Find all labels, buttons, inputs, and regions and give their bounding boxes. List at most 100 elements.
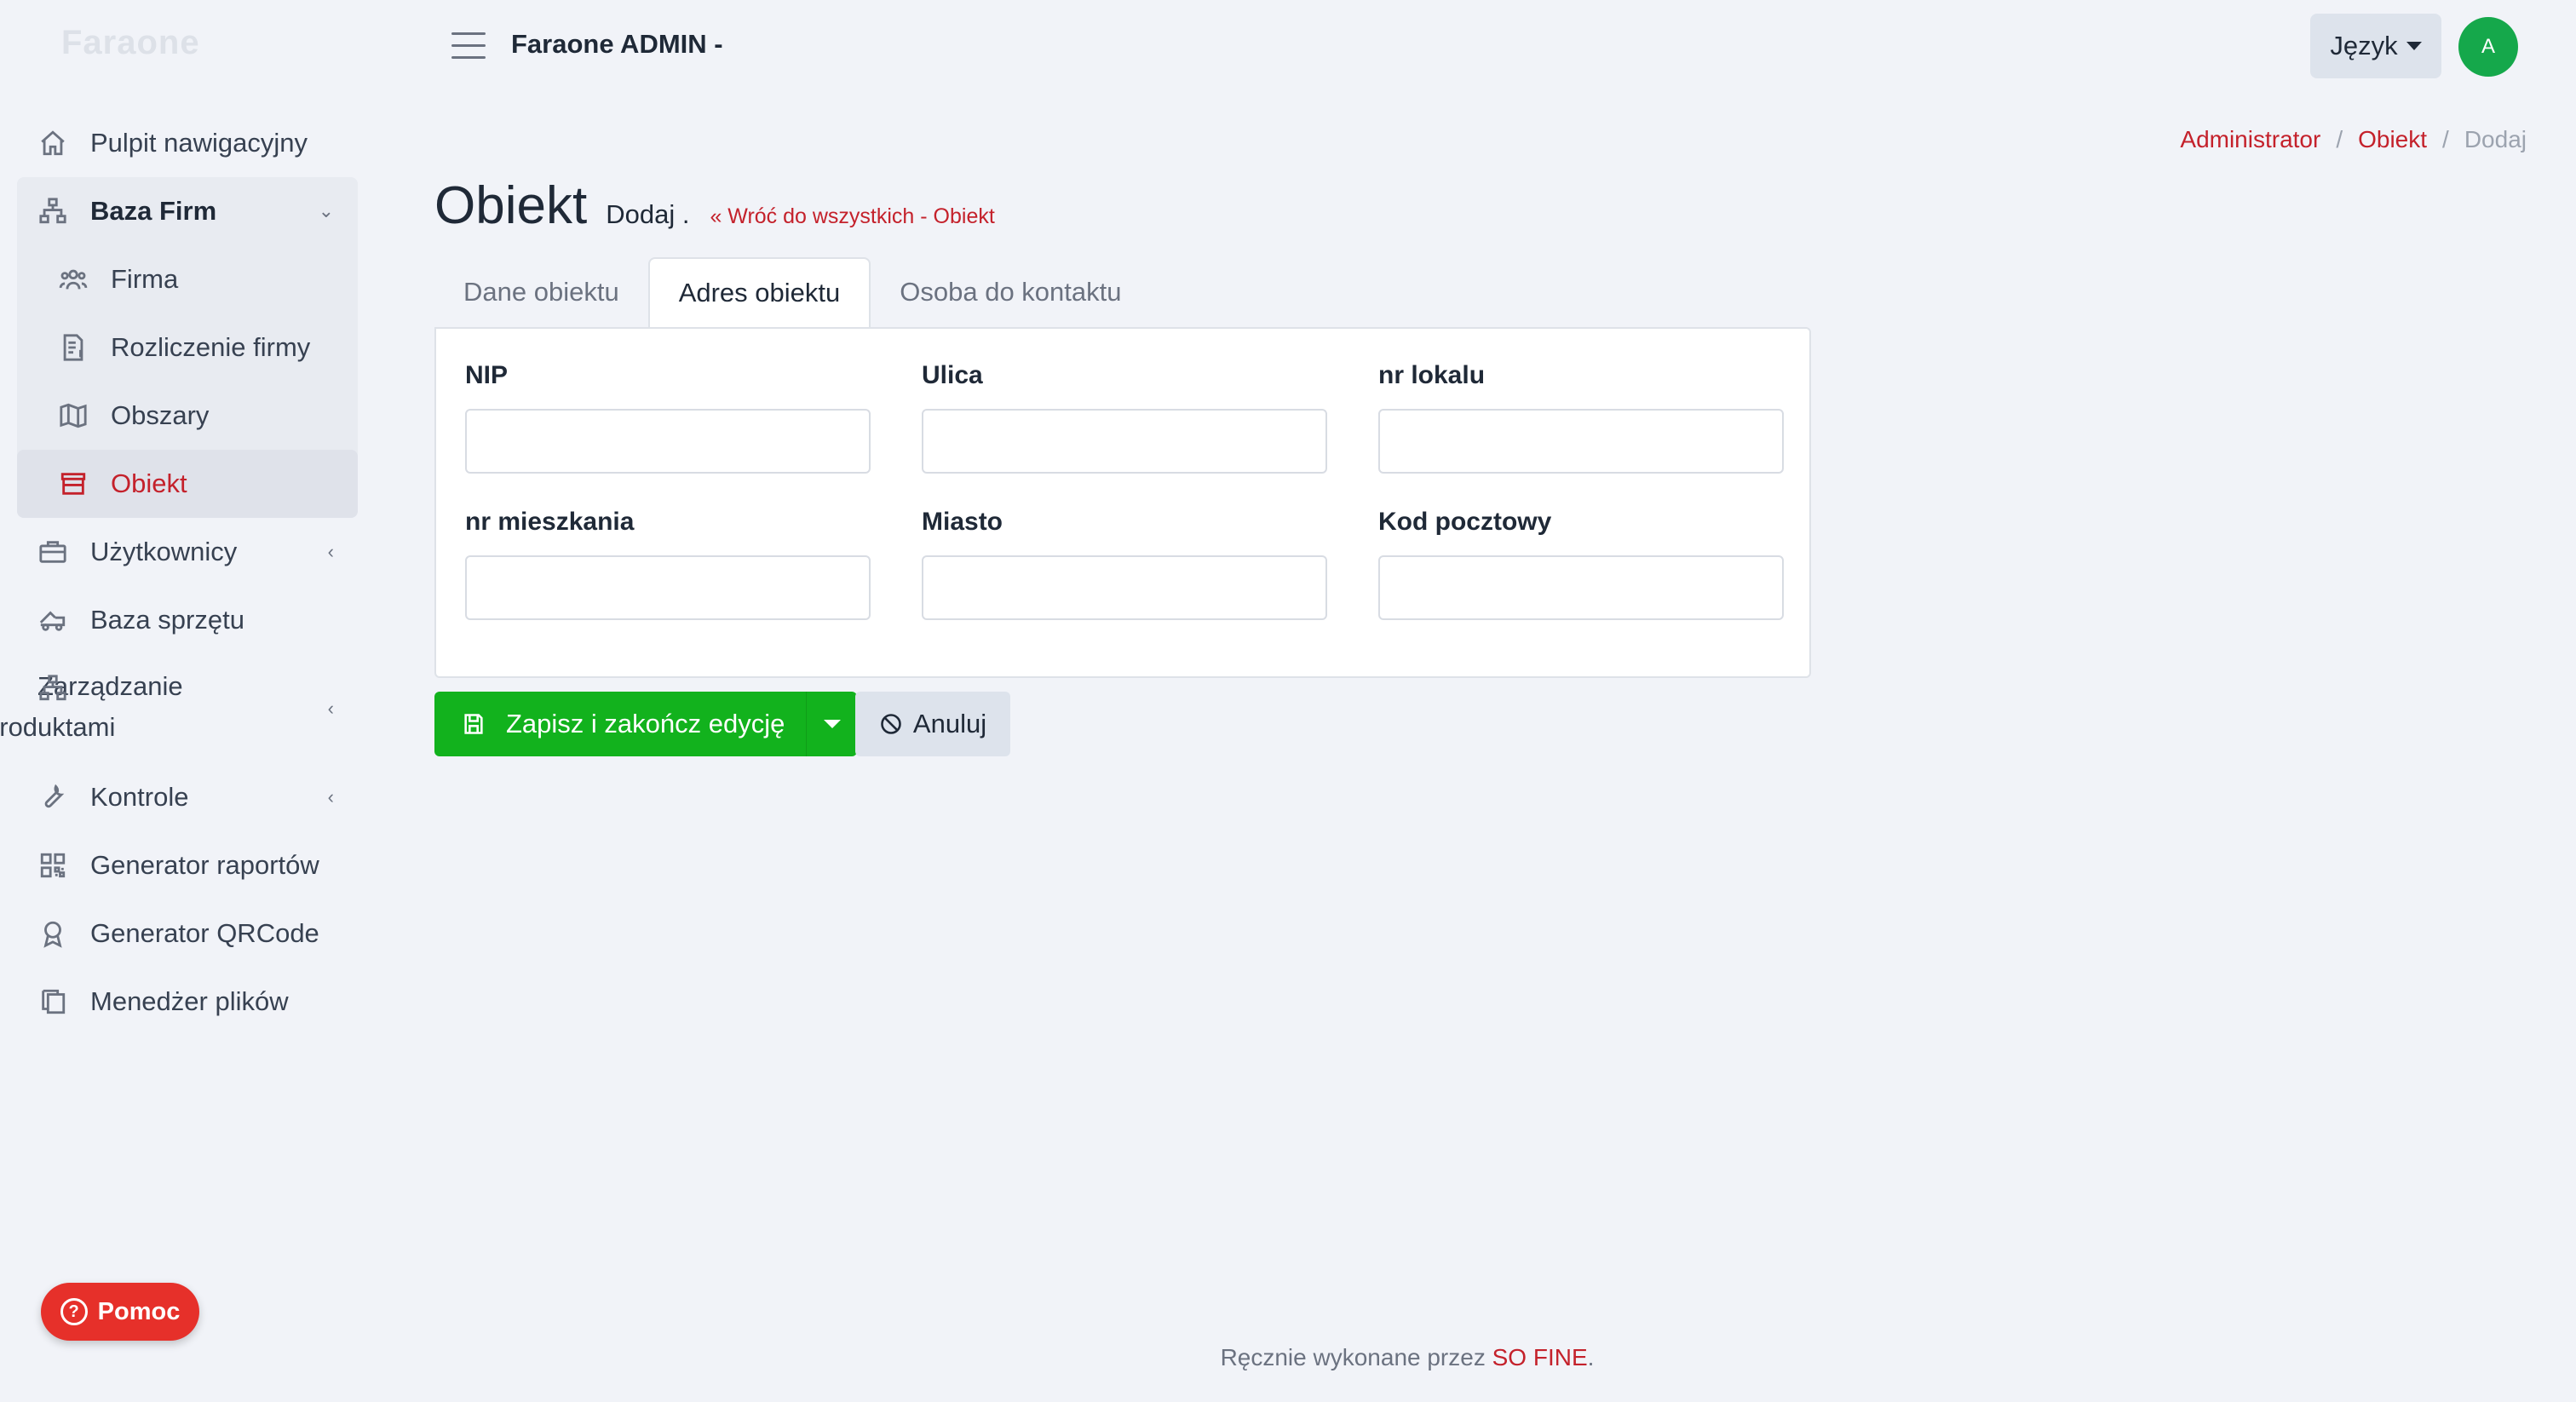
back-link-label: Wróć do wszystkich - Obiekt bbox=[727, 204, 995, 228]
form-group-nr-lokalu: nr lokalu bbox=[1378, 361, 1784, 474]
page-title: Obiekt bbox=[434, 176, 588, 235]
briefcase-icon bbox=[37, 537, 68, 567]
sidebar-item-dashboard[interactable]: Pulpit nawigacyjny bbox=[17, 109, 358, 177]
sidebar-item-generator-qrcode[interactable]: Generator QRCode bbox=[17, 899, 358, 968]
map-icon bbox=[58, 400, 89, 431]
copy-icon bbox=[37, 986, 68, 1017]
tab-bar: Dane obiektu Adres obiektu Osoba do kont… bbox=[434, 257, 1150, 327]
store-icon bbox=[58, 468, 89, 499]
sidebar-item-label: Menedżer plików bbox=[90, 986, 289, 1016]
sidebar-item-label: Obszary bbox=[111, 400, 210, 430]
brand-logo[interactable]: Faraone bbox=[61, 24, 200, 62]
sidebar-group-baza-firm: Baza Firm ⌄ Firma Rozliczenie firmy Obsz… bbox=[17, 177, 358, 518]
save-and-finish-button[interactable]: Zapisz i zakończ edycję bbox=[434, 692, 806, 756]
chevron-left-icon: ‹ bbox=[327, 698, 334, 719]
chevron-left-icon: ‹ bbox=[327, 541, 334, 562]
footer-text: Ręcznie wykonane przez bbox=[1220, 1344, 1486, 1370]
tab-osoba-do-kontaktu[interactable]: Osoba do kontaktu bbox=[871, 257, 1150, 327]
miasto-label: Miasto bbox=[922, 508, 1003, 536]
sidebar-item-generator-raportow[interactable]: Generator raportów bbox=[17, 831, 358, 899]
qrcode-icon bbox=[37, 850, 68, 881]
sidebar-item-rozliczenie-firmy[interactable]: Rozliczenie firmy bbox=[17, 313, 358, 382]
sidebar-item-label: Generator raportów bbox=[90, 850, 319, 880]
tab-dane-obiektu[interactable]: Dane obiektu bbox=[434, 257, 648, 327]
sidebar-item-kontrole[interactable]: Kontrole ‹ bbox=[17, 763, 358, 831]
save-button-label: Zapisz i zakończ edycję bbox=[506, 709, 785, 738]
cancel-button[interactable]: Anuluj bbox=[855, 692, 1010, 756]
breadcrumb-link-administrator[interactable]: Administrator bbox=[2180, 126, 2320, 153]
sidebar-submenu: Firma Rozliczenie firmy Obszary Obiekt bbox=[17, 245, 358, 518]
ban-icon bbox=[881, 714, 901, 734]
sidebar-item-uzytkownicy[interactable]: Użytkownicy ‹ bbox=[17, 518, 358, 586]
sidebar-item-firma[interactable]: Firma bbox=[17, 245, 358, 313]
address-form: NIP Ulica nr lokalu nr mieszkania Miasto… bbox=[434, 327, 1811, 678]
footer-suffix: . bbox=[1587, 1344, 1595, 1370]
sidebar-item-label: Pulpit nawigacyjny bbox=[90, 128, 308, 158]
hamburger-menu-icon[interactable] bbox=[451, 32, 486, 60]
nr-lokalu-label: nr lokalu bbox=[1378, 361, 1486, 389]
footer-brand-link[interactable]: SO FINE bbox=[1492, 1344, 1588, 1370]
sidebar-menu: Pulpit nawigacyjny Baza Firm ⌄ Firma Roz… bbox=[0, 109, 358, 1036]
sidebar-item-zarzadzanie-produktami[interactable]: Zarządzanie produktami ‹ bbox=[0, 654, 358, 763]
users-icon bbox=[58, 264, 89, 295]
sidebar-item-label: Zarządzanie produktami bbox=[0, 671, 183, 742]
question-icon: ? bbox=[60, 1298, 88, 1325]
miasto-input[interactable] bbox=[922, 555, 1327, 620]
sidebar-item-label: Baza Firm bbox=[90, 196, 217, 226]
page-subtitle: Dodaj . bbox=[606, 199, 690, 229]
avatar[interactable]: A bbox=[2458, 17, 2518, 77]
sitemap-icon bbox=[37, 673, 68, 704]
nr-lokalu-input[interactable] bbox=[1378, 409, 1784, 474]
nr-mieszkania-label: nr mieszkania bbox=[465, 508, 635, 536]
nip-input[interactable] bbox=[465, 409, 871, 474]
back-link[interactable]: « Wróć do wszystkich - Obiekt bbox=[710, 204, 994, 229]
double-chevron-left-icon: « bbox=[710, 204, 722, 228]
sidebar-item-label: Generator QRCode bbox=[90, 918, 319, 948]
chevron-down-icon: ⌄ bbox=[318, 200, 334, 221]
truck-icon bbox=[37, 605, 68, 635]
breadcrumb-separator: / bbox=[2336, 126, 2343, 152]
form-group-ulica: Ulica bbox=[922, 361, 1327, 474]
sidebar-item-label: Użytkownicy bbox=[90, 537, 238, 566]
home-icon bbox=[37, 128, 68, 158]
sidebar: Faraone Pulpit nawigacyjny Baza Firm ⌄ F… bbox=[0, 0, 375, 1402]
sidebar-item-label: Baza sprzętu bbox=[90, 605, 244, 635]
sidebar-item-obiekt[interactable]: Obiekt bbox=[17, 450, 358, 518]
kod-pocztowy-input[interactable] bbox=[1378, 555, 1784, 620]
page-header: Obiekt Dodaj . « Wróć do wszystkich - Ob… bbox=[434, 175, 995, 236]
save-dropdown-toggle[interactable] bbox=[806, 692, 857, 756]
sidebar-item-label: Obiekt bbox=[111, 468, 187, 498]
nr-mieszkania-input[interactable] bbox=[465, 555, 871, 620]
sidebar-item-label: Kontrole bbox=[90, 782, 189, 812]
form-group-nr-mieszkania: nr mieszkania bbox=[465, 508, 871, 620]
breadcrumb-link-obiekt[interactable]: Obiekt bbox=[2358, 126, 2427, 153]
tab-adres-obiektu[interactable]: Adres obiektu bbox=[647, 257, 871, 327]
sidebar-item-label: Firma bbox=[111, 264, 179, 294]
invoice-icon bbox=[58, 332, 89, 363]
caret-down-icon bbox=[823, 720, 841, 728]
sidebar-item-menedzer-plikow[interactable]: Menedżer plików bbox=[17, 968, 358, 1036]
cancel-button-label: Anuluj bbox=[912, 709, 987, 738]
sidebar-item-baza-firm[interactable]: Baza Firm ⌄ bbox=[17, 177, 358, 245]
sidebar-item-baza-sprzetu[interactable]: Baza sprzętu bbox=[17, 586, 358, 654]
kod-pocztowy-label: Kod pocztowy bbox=[1378, 508, 1552, 536]
save-icon bbox=[464, 714, 483, 734]
help-label: Pomoc bbox=[97, 1297, 181, 1325]
save-button-group: Zapisz i zakończ edycję bbox=[434, 692, 857, 756]
nip-label: NIP bbox=[465, 361, 509, 389]
language-dropdown[interactable]: Język bbox=[2310, 14, 2441, 78]
breadcrumb: Administrator / Obiekt / Dodaj bbox=[2180, 126, 2527, 153]
language-label: Język bbox=[2330, 31, 2398, 60]
sidebar-item-obszary[interactable]: Obszary bbox=[17, 382, 358, 450]
form-group-miasto: Miasto bbox=[922, 508, 1327, 620]
sidebar-item-label: Rozliczenie firmy bbox=[111, 332, 311, 362]
caret-down-icon bbox=[2406, 42, 2422, 50]
form-group-kod-pocztowy: Kod pocztowy bbox=[1378, 508, 1784, 620]
chevron-left-icon: ‹ bbox=[327, 786, 334, 807]
help-button[interactable]: ? Pomoc bbox=[41, 1283, 199, 1341]
sitemap-icon bbox=[37, 196, 68, 227]
form-group-nip: NIP bbox=[465, 361, 871, 474]
app-title: Faraone ADMIN - bbox=[511, 29, 723, 59]
ulica-input[interactable] bbox=[922, 409, 1327, 474]
wrench-icon bbox=[37, 782, 68, 813]
